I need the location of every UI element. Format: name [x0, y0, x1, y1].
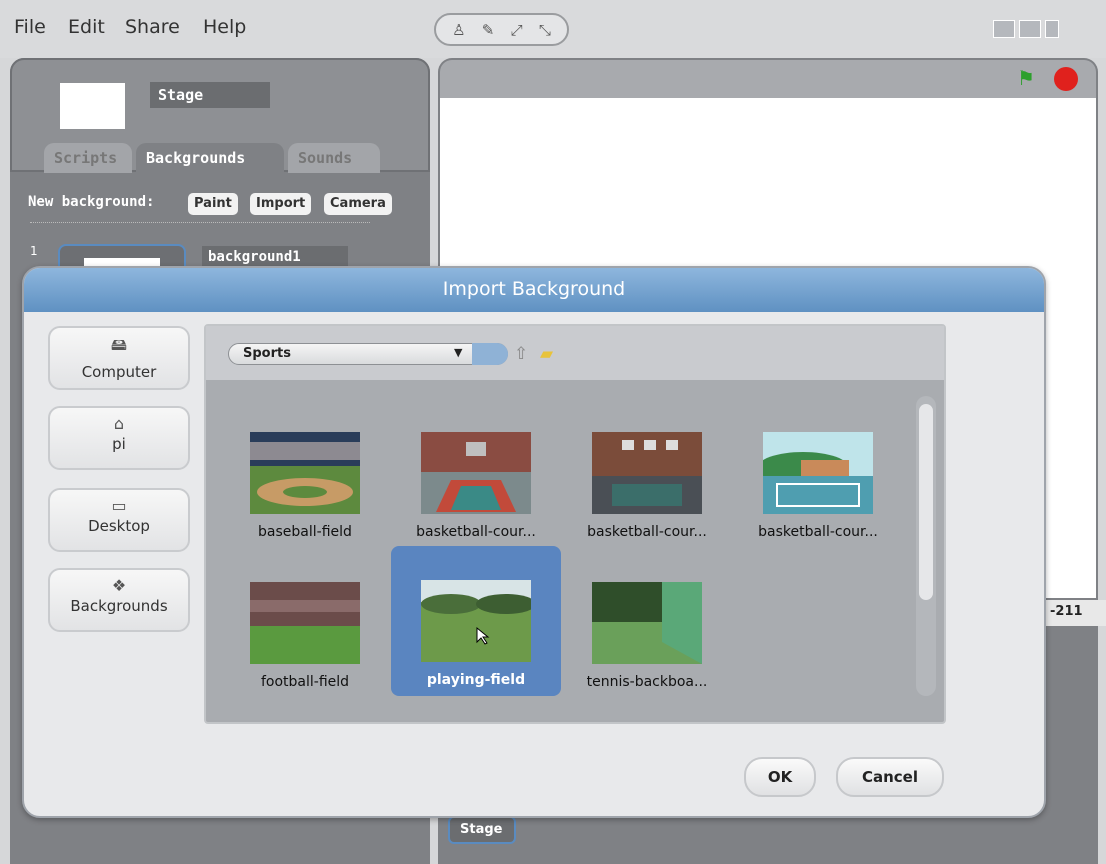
- place-pi[interactable]: ⌂ pi: [48, 406, 190, 470]
- place-desktop[interactable]: ▭ Desktop: [48, 488, 190, 552]
- tool-buttons: ♙ ✎ ⤢ ⤡: [434, 13, 569, 46]
- stage-thumbnail: [60, 83, 125, 129]
- new-folder-icon[interactable]: ▰: [540, 344, 553, 364]
- file-item-selected[interactable]: playing-field: [391, 546, 561, 696]
- place-backgrounds[interactable]: ❖ Backgrounds: [48, 568, 190, 632]
- backgrounds-folder-icon: ❖: [111, 576, 127, 595]
- tennis-backboard-thumbnail: [592, 582, 702, 664]
- presentation-icon[interactable]: [1045, 20, 1059, 38]
- file-item[interactable]: basketball-cour...: [391, 398, 561, 548]
- person-icon[interactable]: ♙: [452, 21, 465, 39]
- dropdown-button[interactable]: [472, 343, 508, 365]
- shrink-icon[interactable]: ⤡: [539, 21, 551, 39]
- football-field-thumbnail: [250, 582, 360, 664]
- file-item-label: basketball-cour...: [416, 524, 536, 540]
- basketball-court-thumbnail: [421, 432, 531, 514]
- place-label: Computer: [81, 363, 157, 381]
- file-item-label: basketball-cour...: [587, 524, 707, 540]
- menu-help[interactable]: Help: [203, 16, 246, 38]
- folder-icon: ▭: [111, 496, 127, 515]
- view-mode-icons: [993, 20, 1059, 38]
- place-label: pi: [112, 435, 126, 453]
- file-item[interactable]: baseball-field: [220, 398, 390, 548]
- tab-backgrounds[interactable]: Backgrounds: [136, 143, 284, 173]
- wand-icon[interactable]: ✎: [482, 21, 495, 39]
- folder-dropdown[interactable]: Sports: [228, 343, 508, 365]
- basketball-court-thumbnail: [763, 432, 873, 514]
- new-background-label: New background:: [28, 194, 155, 210]
- home-icon: ⌂: [113, 414, 125, 433]
- import-button[interactable]: Import: [250, 193, 312, 215]
- file-item[interactable]: tennis-backboa...: [562, 548, 732, 698]
- ok-button[interactable]: OK: [744, 757, 816, 797]
- up-folder-icon[interactable]: ⇧: [514, 344, 528, 364]
- basketball-court-thumbnail: [592, 432, 702, 514]
- place-label: Backgrounds: [70, 597, 168, 615]
- file-item-label: football-field: [260, 674, 350, 690]
- menu-bar: File Edit Share Help ♙ ✎ ⤢ ⤡: [0, 0, 1106, 58]
- camera-button[interactable]: Camera: [324, 193, 392, 215]
- tab-scripts[interactable]: Scripts: [44, 143, 132, 173]
- file-item[interactable]: basketball-cour...: [562, 398, 732, 548]
- green-flag-icon[interactable]: ⚑: [1017, 66, 1035, 90]
- computer-icon: 🖴: [110, 335, 128, 354]
- sprite-name-field[interactable]: Stage: [150, 82, 270, 108]
- file-item-label: tennis-backboa...: [586, 674, 708, 690]
- divider: [30, 222, 370, 223]
- baseball-field-thumbnail: [250, 432, 360, 514]
- menu-edit[interactable]: Edit: [68, 16, 105, 38]
- menu-share[interactable]: Share: [125, 16, 180, 38]
- paint-button[interactable]: Paint: [188, 193, 238, 215]
- cancel-button[interactable]: Cancel: [836, 757, 944, 797]
- file-item[interactable]: basketball-cour...: [733, 398, 903, 548]
- file-item[interactable]: football-field: [220, 548, 390, 698]
- file-item-label: basketball-cour...: [758, 524, 878, 540]
- normal-stage-icon[interactable]: [1019, 20, 1041, 38]
- dialog-title: Import Background: [24, 268, 1044, 312]
- tab-sounds[interactable]: Sounds: [288, 143, 380, 173]
- place-label: Desktop: [88, 517, 150, 535]
- file-item-label: baseball-field: [258, 524, 352, 540]
- playing-field-thumbnail: [421, 580, 531, 662]
- grow-icon[interactable]: ⤢: [511, 21, 523, 39]
- chevron-down-icon: ▼: [454, 346, 463, 359]
- place-computer[interactable]: 🖴 Computer: [48, 326, 190, 390]
- file-item-label: playing-field: [426, 672, 526, 688]
- small-stage-icon[interactable]: [993, 20, 1015, 38]
- menu-file[interactable]: File: [14, 16, 46, 38]
- stage-toolbar: [440, 60, 1096, 98]
- stage-button[interactable]: Stage: [448, 816, 516, 844]
- background-number: 1: [30, 244, 38, 258]
- stop-icon[interactable]: [1054, 67, 1078, 91]
- mouse-coordinates: -211: [1044, 600, 1106, 626]
- scrollbar-thumb[interactable]: [919, 404, 933, 600]
